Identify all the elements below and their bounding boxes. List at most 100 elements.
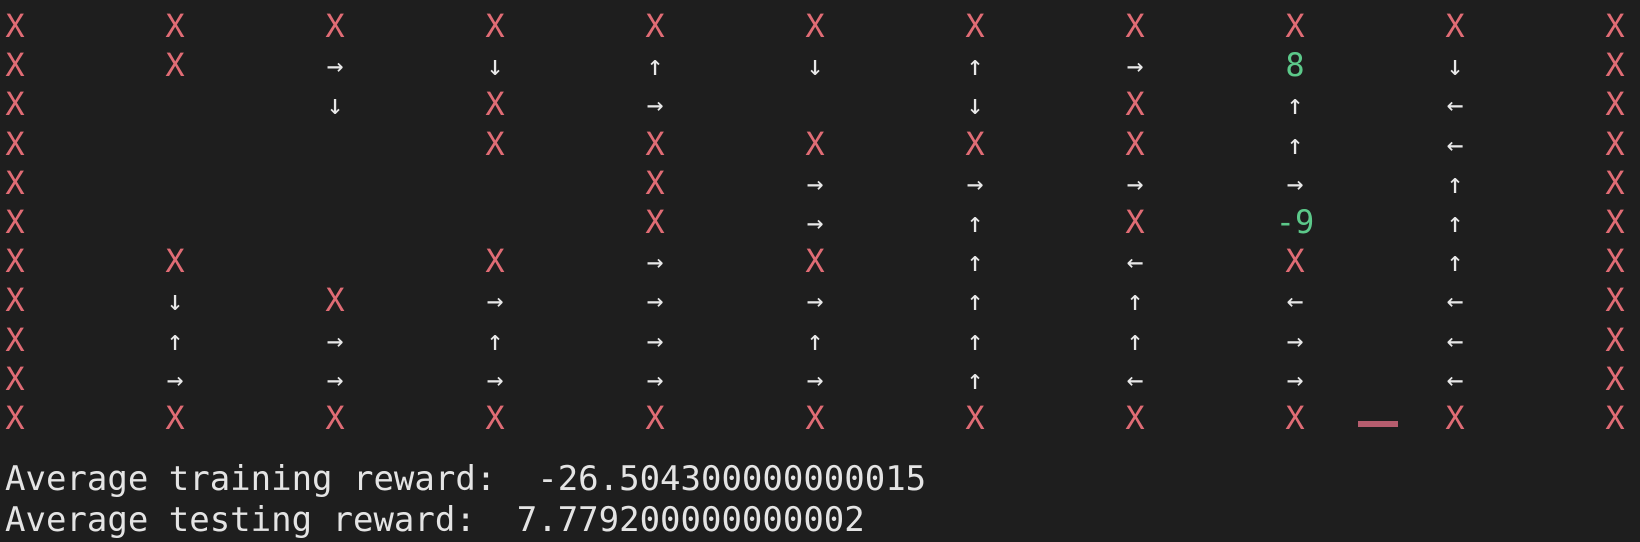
arrow-cell: → [1126, 49, 1144, 83]
arrow-cell: ↑ [1446, 206, 1464, 239]
empty-cell [465, 202, 525, 243]
wall-cell: X [1605, 85, 1625, 124]
arrow-cell: → [646, 88, 664, 122]
wall-cell: X [325, 7, 345, 45]
empty-cell [305, 124, 365, 165]
wall-cell: X [1125, 7, 1145, 45]
wall-cell: X [1285, 7, 1305, 45]
testing-reward-label: Average testing reward: [5, 500, 517, 540]
wall-cell: X [645, 124, 665, 163]
arrow-cell: ↓ [486, 49, 504, 83]
reward-cell: 8 [1285, 46, 1305, 85]
arrow-cell: → [326, 323, 344, 357]
wall-cell: X [165, 242, 185, 281]
wall-cell: X [485, 242, 505, 281]
wall-cell: X [485, 399, 505, 437]
arrow-cell: → [806, 206, 824, 239]
grid-row: XXXXXXXXXXX [0, 6, 1640, 47]
wall-cell: X [1605, 320, 1625, 359]
arrow-cell: ↑ [646, 49, 664, 83]
grid-row: X ↓ X → → → ↑ ↑ ← ← X [0, 280, 1640, 321]
wall-cell: X [5, 124, 25, 163]
wall-cell: X [325, 281, 345, 320]
arrow-cell: → [1126, 166, 1144, 200]
arrow-cell: ↓ [166, 284, 184, 318]
wall-cell: X [5, 7, 25, 45]
arrow-cell: ↑ [966, 206, 984, 239]
empty-cell [145, 124, 205, 165]
wall-cell: X [645, 163, 665, 202]
wall-cell: X [1445, 399, 1465, 437]
arrow-cell: ↓ [806, 49, 824, 83]
wall-cell: X [1445, 7, 1465, 45]
wall-cell: X [5, 46, 25, 85]
arrow-cell: → [1286, 323, 1304, 357]
arrow-cell: → [646, 323, 664, 357]
arrow-cell: ↑ [966, 245, 984, 279]
wall-cell: X [805, 242, 825, 281]
arrow-cell: → [646, 362, 664, 396]
wall-cell: X [1605, 124, 1625, 163]
wall-cell: X [1125, 124, 1145, 163]
arrow-cell: ↑ [1286, 88, 1304, 122]
wall-cell: X [165, 46, 185, 85]
empty-cell [305, 241, 365, 282]
grid-row: X X X X X X ↑ ← X [0, 124, 1640, 165]
wall-cell: X [5, 359, 25, 398]
wall-cell: X [1605, 399, 1625, 437]
arrow-cell: ← [1446, 88, 1464, 122]
grid-row: XXXXXXXXXXX [0, 398, 1640, 439]
wall-cell: X [1605, 359, 1625, 398]
arrow-cell: → [326, 49, 344, 83]
wall-cell: X [1605, 242, 1625, 281]
arrow-cell: ↑ [486, 323, 504, 357]
wall-cell: X [485, 7, 505, 45]
terminal-window[interactable]: X X X X X X X X X X X X X → ↓ ↑ ↓ ↑ → 8 ↓ X X ↓ X → ↓ X ↑ ← X X X X X X X ↑ ← X… [0, 0, 1640, 542]
arrow-cell: ← [1126, 245, 1144, 279]
empty-cell [145, 84, 205, 125]
arrow-cell: → [646, 284, 664, 318]
wall-cell: X [805, 399, 825, 437]
arrow-cell: ← [1286, 284, 1304, 318]
wall-cell: X [645, 203, 665, 241]
arrow-cell: ↑ [1446, 166, 1464, 200]
wall-cell: X [5, 281, 25, 320]
arrow-cell: ← [1446, 362, 1464, 396]
arrow-cell: ← [1446, 127, 1464, 161]
arrow-cell: ← [1126, 362, 1144, 396]
arrow-cell: → [966, 166, 984, 200]
testing-reward-value: 7.779200000000002 [516, 500, 865, 540]
arrow-cell: ↑ [966, 284, 984, 318]
wall-cell: X [1605, 7, 1625, 45]
arrow-cell: → [806, 284, 824, 318]
arrow-cell: ↑ [966, 323, 984, 357]
wall-cell: X [485, 124, 505, 163]
wall-cell: X [805, 124, 825, 163]
arrow-cell: ← [1446, 284, 1464, 318]
arrow-cell: ↑ [1286, 127, 1304, 161]
grid-row: X → → → → → ↑ ← → ← X [0, 359, 1640, 400]
arrow-cell: ↑ [1446, 245, 1464, 279]
wall-cell: X [965, 124, 985, 163]
empty-cell [785, 84, 845, 125]
arrow-cell: ↓ [1446, 49, 1464, 83]
arrow-cell: ← [1446, 323, 1464, 357]
arrow-cell: ↑ [806, 323, 824, 357]
wall-cell: X [165, 399, 185, 437]
wall-cell: X [5, 320, 25, 359]
wall-cell: X [645, 399, 665, 437]
grid-row: X X → ↓ ↑ ↓ ↑ → 8 ↓ X [0, 45, 1640, 86]
wall-cell: X [1285, 242, 1305, 281]
training-reward-value: -26.504300000000015 [537, 459, 927, 499]
empty-cell [305, 202, 365, 243]
arrow-cell: → [646, 245, 664, 279]
wall-cell: X [325, 399, 345, 437]
reward-cell: -9 [1275, 203, 1315, 241]
wall-cell: X [1125, 203, 1145, 241]
training-reward-label: Average training reward: [5, 459, 538, 499]
wall-cell: X [1285, 399, 1305, 437]
wall-cell: X [1605, 281, 1625, 320]
empty-cell [145, 163, 205, 204]
arrow-cell: → [166, 362, 184, 396]
wall-cell: X [965, 399, 985, 437]
